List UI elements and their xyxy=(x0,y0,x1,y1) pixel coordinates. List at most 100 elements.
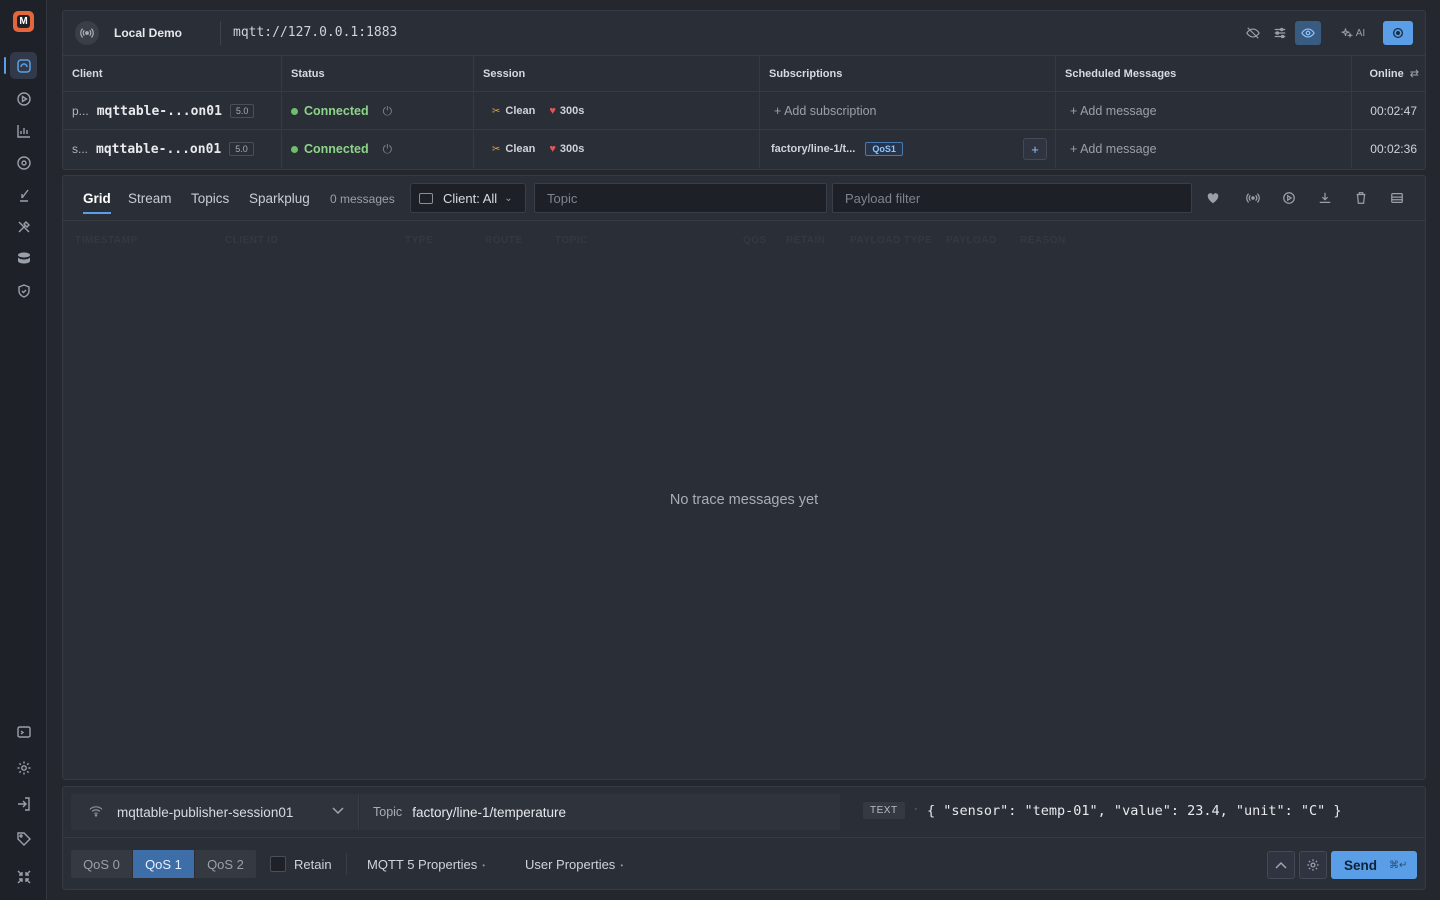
trace-panel: Grid Stream Topics Sparkplug 0 messages … xyxy=(62,175,1426,780)
session-cell: ✂ Clean ♥ 300s xyxy=(474,92,760,130)
logo-mark: M xyxy=(17,15,30,28)
divider xyxy=(346,853,347,875)
publish-topic-field[interactable]: Topic factory/line-1/temperature xyxy=(360,794,840,830)
mqtt5-properties-button[interactable]: MQTT 5 Properties • xyxy=(367,857,485,872)
status-text: Connected xyxy=(304,104,369,118)
terminal-icon[interactable] xyxy=(10,718,37,745)
dot-separator: · xyxy=(914,803,918,815)
gear-icon[interactable] xyxy=(1299,851,1327,879)
col-subscriptions[interactable]: Subscriptions xyxy=(760,56,1056,92)
payload-editor[interactable]: { "sensor": "temp-01", "value": 23.4, "u… xyxy=(927,803,1342,819)
shield-icon[interactable] xyxy=(10,277,37,304)
table-row[interactable]: p... mqttable-...on01 5.0 Connected ⏻ ✂ … xyxy=(63,92,1425,130)
eye-icon[interactable] xyxy=(1295,21,1321,45)
topic-value[interactable]: factory/line-1/temperature xyxy=(412,805,566,820)
settings-icon[interactable] xyxy=(10,754,37,781)
grid-col-route: ROUTE xyxy=(485,235,523,246)
payload-format-badge[interactable]: TEXT xyxy=(863,802,905,819)
mqtt5-properties-label: MQTT 5 Properties xyxy=(367,857,478,872)
chevron-up-icon[interactable] xyxy=(1267,851,1295,879)
login-icon[interactable] xyxy=(10,790,37,817)
database-icon[interactable] xyxy=(10,244,37,271)
broadcast-filter-icon[interactable] xyxy=(1244,189,1262,207)
connections-icon[interactable] xyxy=(10,52,37,79)
qos-1-button[interactable]: QoS 1 xyxy=(133,850,195,878)
qos-0-button[interactable]: QoS 0 xyxy=(71,850,133,878)
tab-sparkplug[interactable]: Sparkplug xyxy=(249,191,310,206)
broker-icon[interactable] xyxy=(10,149,37,176)
subscription-topic[interactable]: factory/line-1/t... xyxy=(771,143,855,155)
tab-topics[interactable]: Topics xyxy=(191,191,229,206)
col-online[interactable]: Online ⇄ xyxy=(1352,56,1425,92)
keepalive: 300s xyxy=(559,143,585,155)
clean-icon: ✂ xyxy=(492,105,501,117)
active-indicator xyxy=(4,57,6,74)
sparkle-icon xyxy=(1341,28,1353,39)
col-session[interactable]: Session xyxy=(474,56,760,92)
broadcast-icon[interactable] xyxy=(75,21,99,45)
user-properties-label: User Properties xyxy=(525,857,616,872)
send-label: Send xyxy=(1344,857,1378,873)
table-layout-icon[interactable] xyxy=(1388,189,1406,207)
grid-col-reason: REASON xyxy=(1020,235,1066,246)
status-cell: Connected ⏻ xyxy=(282,92,474,130)
connection-panel: Local Demo mqtt://127.0.0.1:1883 AI Clie… xyxy=(62,10,1426,170)
retain-checkbox[interactable]: Retain xyxy=(270,856,332,872)
client-filter-select[interactable]: Client: All ⌄ xyxy=(410,183,526,213)
publisher-client-select[interactable]: mqttable-publisher-session01 xyxy=(71,794,359,830)
col-online-label: Online xyxy=(1369,68,1404,80)
qos-2-button[interactable]: QoS 2 xyxy=(195,850,257,878)
payload-filter-input[interactable] xyxy=(832,183,1192,213)
col-client[interactable]: Client xyxy=(63,56,282,92)
send-button[interactable]: Send ⌘↵ xyxy=(1331,851,1417,879)
empty-state-text: No trace messages yet xyxy=(669,492,819,508)
session-cell: ✂ Clean ♥ 300s xyxy=(474,130,760,168)
client-cell: p... mqttable-...on01 5.0 xyxy=(63,92,282,130)
collapse-icon[interactable] xyxy=(10,863,37,890)
topic-filter-input[interactable] xyxy=(534,183,827,213)
connect-toggle-button[interactable] xyxy=(1383,21,1413,45)
version-badge: 5.0 xyxy=(229,104,255,118)
tab-stream[interactable]: Stream xyxy=(128,191,172,206)
client-prefix: p... xyxy=(72,104,89,118)
download-icon[interactable] xyxy=(1316,189,1334,207)
add-message-button[interactable]: + Add message xyxy=(1056,92,1352,130)
eye-off-icon[interactable] xyxy=(1243,21,1263,45)
checkbox-box[interactable] xyxy=(270,856,286,872)
add-message-button[interactable]: + Add message xyxy=(1056,130,1352,168)
col-scheduled[interactable]: Scheduled Messages xyxy=(1056,56,1352,92)
power-icon[interactable]: ⏻ xyxy=(383,104,393,119)
add-subscription-button[interactable]: + Add subscription xyxy=(760,92,1056,130)
client-id: mqttable-...on01 xyxy=(96,141,222,157)
version-badge: 5.0 xyxy=(229,142,254,156)
play-icon[interactable] xyxy=(10,85,37,112)
tag-icon[interactable] xyxy=(10,825,37,852)
ai-button[interactable]: AI xyxy=(1336,21,1370,45)
subscription-cell: factory/line-1/t... QoS1 + xyxy=(760,130,1056,168)
message-count: 0 messages xyxy=(330,192,395,206)
heart-filter-icon[interactable] xyxy=(1204,189,1222,207)
grid-col-topic: TOPIC xyxy=(555,235,588,246)
topic-label: Topic xyxy=(373,805,403,819)
heart-icon: ♥ xyxy=(549,143,556,155)
add-subscription-button[interactable]: + xyxy=(1023,138,1047,160)
qos-badge: QoS1 xyxy=(865,142,903,156)
script-icon[interactable] xyxy=(10,181,37,208)
record-icon[interactable] xyxy=(1280,189,1298,207)
qos-selector: QoS 0 QoS 1 QoS 2 xyxy=(71,850,257,878)
send-shortcut: ⌘↵ xyxy=(1389,859,1408,871)
grid-col-payload: PAYLOAD xyxy=(946,235,997,246)
trash-icon[interactable] xyxy=(1352,189,1370,207)
col-status[interactable]: Status xyxy=(282,56,474,92)
chart-icon[interactable] xyxy=(10,117,37,144)
tools-icon[interactable] xyxy=(10,213,37,240)
monitor-icon xyxy=(419,192,433,204)
sliders-icon[interactable] xyxy=(1270,21,1290,45)
user-properties-button[interactable]: User Properties • xyxy=(525,857,623,872)
keepalive: 300s xyxy=(559,105,585,117)
target-icon xyxy=(1392,27,1404,39)
tab-grid[interactable]: Grid xyxy=(83,191,111,206)
grid-col-timestamp: TIMESTAMP xyxy=(75,235,138,246)
power-icon[interactable]: ⏻ xyxy=(383,142,393,157)
table-row[interactable]: s... mqttable-...on01 5.0 Connected ⏻ ✂ … xyxy=(63,130,1425,168)
